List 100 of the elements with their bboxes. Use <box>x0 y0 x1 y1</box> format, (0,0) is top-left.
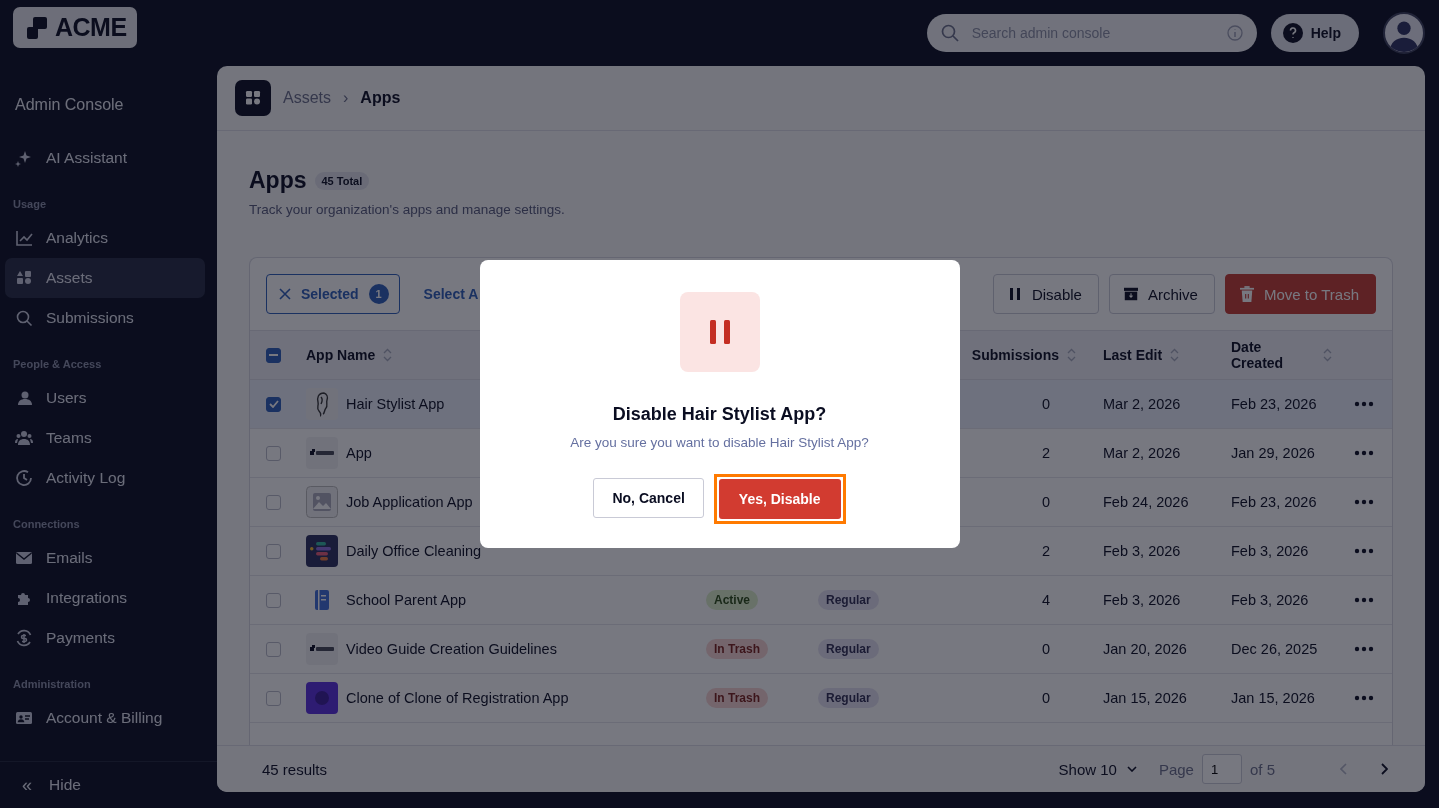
created-date: Feb 3, 2026 <box>1230 543 1310 559</box>
sidebar-item[interactable]: Activity Log <box>5 458 205 498</box>
sort-icon[interactable] <box>383 348 393 362</box>
created-date: Feb 23, 2026 <box>1230 494 1318 510</box>
sidebar-item[interactable]: Analytics <box>5 218 205 258</box>
close-icon <box>279 288 291 300</box>
dialog-message: Are you sure you want to disable Hair Stylist App? <box>570 435 869 450</box>
status-tag: In Trash <box>706 688 768 708</box>
row-checkbox[interactable] <box>266 690 281 706</box>
section-label: Connections <box>12 517 81 532</box>
row-checkbox[interactable] <box>266 396 281 412</box>
sidebar-item[interactable]: AI Assistant <box>5 138 205 178</box>
breadcrumb-current: Apps <box>360 89 401 107</box>
pause-icon <box>679 292 760 372</box>
page-total: of 5 <box>1249 760 1275 778</box>
submissions-count: 0 <box>1040 396 1051 412</box>
disable-button[interactable]: Yes, Disable <box>718 479 841 519</box>
app-name[interactable]: App <box>346 445 372 461</box>
last-edit-date: Mar 2, 2026 <box>1102 396 1182 412</box>
last-edit-date: Feb 24, 2026 <box>1102 494 1190 510</box>
help-button[interactable]: Help <box>1270 14 1359 52</box>
row-checkbox[interactable] <box>266 543 281 559</box>
sidebar-item[interactable]: Emails <box>5 538 205 578</box>
search-icon <box>15 309 33 327</box>
sidebar-item[interactable]: Account & Billing <box>5 698 205 738</box>
app-name[interactable]: School Parent App <box>346 592 467 608</box>
app-name[interactable]: Video Guide Creation Guidelines <box>346 641 557 657</box>
money-icon <box>15 629 33 647</box>
avatar-icon[interactable] <box>1383 12 1425 54</box>
submissions-count: 2 <box>1040 543 1051 559</box>
sidebar-item[interactable]: Payments <box>5 618 205 658</box>
more-icon[interactable] <box>1354 695 1374 701</box>
sidebar-item[interactable]: Integrations <box>5 578 205 618</box>
logo[interactable]: ACME <box>13 7 137 48</box>
previous-page-icon[interactable] <box>1340 763 1348 775</box>
disable-button[interactable]: Disable <box>992 274 1099 314</box>
row-checkbox[interactable] <box>266 494 281 510</box>
sort-icon[interactable] <box>1323 348 1332 362</box>
sort-icon[interactable] <box>1170 348 1180 362</box>
app-name[interactable]: Job Application App <box>346 494 473 510</box>
cancel-button[interactable]: No, Cancel <box>593 478 704 518</box>
chevron-down-icon <box>1126 766 1137 772</box>
section-label: Usage <box>12 197 48 212</box>
sort-icon[interactable] <box>1067 348 1076 362</box>
app-name[interactable]: Daily Office Cleaning <box>346 543 482 559</box>
sparkle-icon <box>15 149 33 167</box>
select-all-checkbox[interactable] <box>266 347 281 363</box>
dialog-title: Disable Hair Stylist App? <box>612 404 827 425</box>
column-header[interactable]: Submissions <box>971 347 1059 363</box>
column-header[interactable]: App Name <box>306 347 376 363</box>
last-edit-date: Mar 2, 2026 <box>1102 445 1182 461</box>
clear-selection-button[interactable]: Selected 1 <box>266 274 400 314</box>
logo-icon <box>306 437 338 469</box>
row-checkbox[interactable] <box>266 592 281 608</box>
app-name[interactable]: Hair Stylist App <box>346 396 445 412</box>
row-checkbox[interactable] <box>266 641 281 657</box>
sidebar-item[interactable]: Assets <box>5 258 205 298</box>
column-header[interactable]: Date Created <box>1231 339 1315 371</box>
column-header[interactable]: Last Edit <box>1103 347 1163 363</box>
image-icon <box>306 486 338 518</box>
results-count: 45 results <box>262 760 328 778</box>
next-page-icon[interactable] <box>1380 763 1388 775</box>
breadcrumb-link[interactable]: Assets <box>283 89 331 107</box>
logo-icon <box>306 633 338 665</box>
card-icon <box>15 709 33 727</box>
created-date: Feb 3, 2026 <box>1230 592 1310 608</box>
more-icon[interactable] <box>1354 548 1374 554</box>
submissions-count: 2 <box>1040 445 1051 461</box>
check-icon <box>268 400 279 408</box>
page-title: Apps <box>249 167 307 194</box>
shapes-icon <box>235 80 271 116</box>
sidebar-item[interactable]: Teams <box>5 418 205 458</box>
page-size-dropdown[interactable]: Show 10 <box>1052 759 1143 779</box>
page-input[interactable]: 1 <box>1201 754 1242 784</box>
sidebar-item[interactable]: Users <box>5 378 205 418</box>
more-icon[interactable] <box>1354 499 1374 505</box>
minus-icon <box>269 354 278 356</box>
sidebar-item[interactable]: Submissions <box>5 298 205 338</box>
user-icon <box>15 389 33 407</box>
select-all-link[interactable]: Select A <box>423 286 479 302</box>
info-icon[interactable] <box>1226 25 1243 41</box>
archive-button[interactable]: Archive <box>1108 274 1215 314</box>
more-icon[interactable] <box>1354 401 1374 407</box>
type-tag: Regular <box>818 590 879 610</box>
breadcrumb-separator: › <box>343 89 349 107</box>
submissions-count: 0 <box>1040 690 1051 706</box>
row-checkbox[interactable] <box>266 445 281 461</box>
more-icon[interactable] <box>1354 646 1374 652</box>
shapes-icon <box>15 269 33 287</box>
trash-button[interactable]: Move to Trash <box>1224 274 1376 314</box>
submissions-count: 4 <box>1040 592 1051 608</box>
status-tag: In Trash <box>706 639 768 659</box>
more-icon[interactable] <box>1354 450 1374 456</box>
app-name[interactable]: Clone of Clone of Registration App <box>346 690 569 706</box>
type-tag: Regular <box>818 639 879 659</box>
clock-icon <box>15 469 33 487</box>
logo-text: ACME <box>55 13 127 42</box>
mail-icon <box>15 549 33 567</box>
more-icon[interactable] <box>1354 597 1374 603</box>
archive-box-icon <box>1123 286 1138 302</box>
